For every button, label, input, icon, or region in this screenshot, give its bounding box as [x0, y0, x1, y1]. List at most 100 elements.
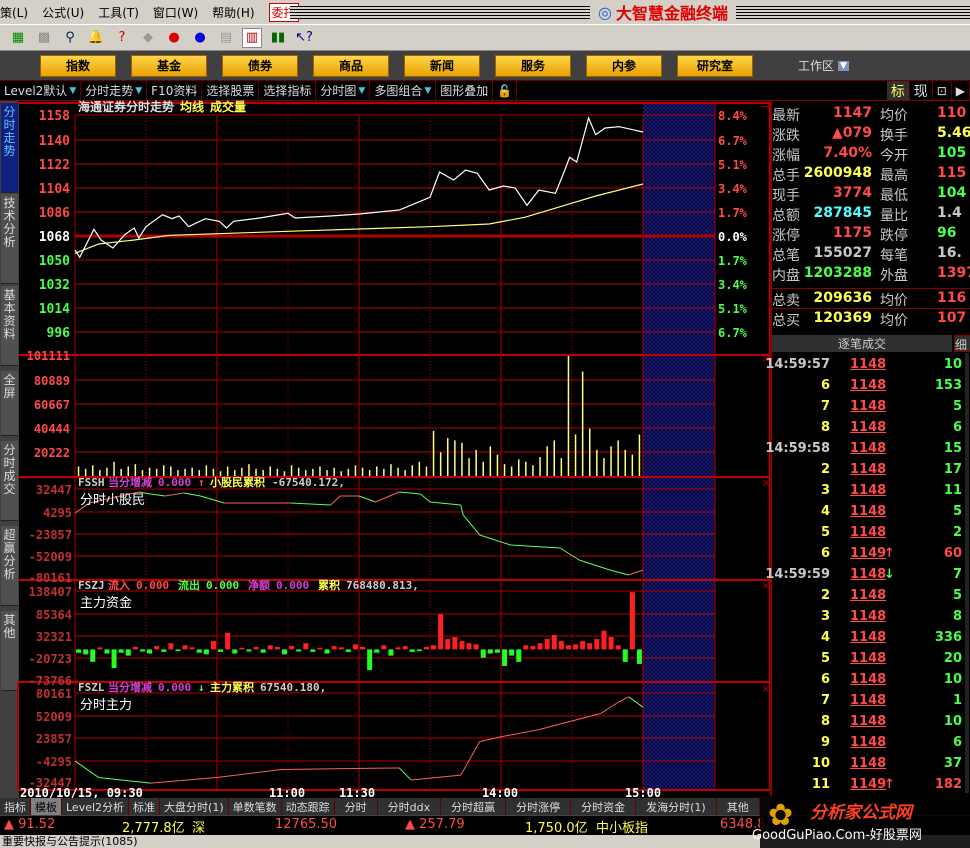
fszl-b-label: 主力累积 — [210, 680, 254, 694]
fszj-bar — [182, 645, 188, 650]
legend-volume: 成交量 — [210, 99, 246, 114]
indicator-tick-label: -52009 — [29, 550, 72, 564]
quote-value: 116 — [937, 290, 967, 306]
sme-label[interactable]: 中小板指 — [596, 817, 648, 836]
sz-change: ▲ 257.79 — [405, 817, 465, 832]
quote-value: 115 — [937, 165, 967, 181]
tick-time: 5 — [820, 525, 830, 540]
tick-row: 10 1148 37 — [772, 754, 970, 775]
indicator-tab[interactable]: 动态跟踪 — [282, 798, 335, 815]
ticks-header[interactable]: 逐笔成交 — [772, 335, 952, 352]
tick-price: 1148 — [850, 420, 887, 435]
quote-value: 120369 — [813, 310, 872, 326]
tick-volume: 2 — [952, 525, 962, 540]
tick-time: 5 — [820, 651, 830, 666]
quote-row: 总笔 155027 每笔 16. — [772, 244, 970, 264]
tick-time: 7 — [820, 693, 830, 708]
fszj-bar — [409, 649, 415, 652]
quote-value: 287845 — [813, 205, 872, 221]
quote-row: 最新 1147 均价 110 — [772, 104, 970, 124]
indicator-tab[interactable]: 大盘分时(1) — [160, 798, 229, 815]
fszj-name: 主力资金 — [80, 595, 132, 611]
fszj-bar — [132, 646, 138, 650]
indicator-tick-label: -80161 — [29, 571, 72, 585]
sz-label[interactable]: 深 — [192, 817, 205, 836]
quote-value: 104 — [937, 185, 967, 201]
ticks-scrollbar[interactable] — [965, 353, 969, 793]
fszl-line-segment — [628, 696, 644, 708]
tick-volume: 1 — [952, 693, 962, 708]
price-tick-label: 1140 — [39, 134, 70, 149]
indicator-tab[interactable]: 分时ddx — [378, 798, 442, 815]
arrow-up-icon: ↑ — [198, 476, 205, 489]
watermark: ✿ 分析家公式网 GoodGuPiao.Com-好股票网 — [752, 796, 970, 848]
indicator-tab[interactable]: 分时 — [335, 798, 378, 815]
ticks-tab-detail[interactable]: 细 — [954, 335, 970, 352]
indicator-tab[interactable]: 其他 — [717, 798, 760, 815]
tick-time: 6 — [820, 672, 830, 687]
fszj-bar — [203, 649, 209, 655]
indicator-tab[interactable]: 指标 — [0, 798, 31, 815]
fszj-bar — [246, 649, 252, 652]
fszj-bar — [125, 649, 131, 656]
quote-row: 总买 120369 均价 107 — [772, 308, 970, 329]
indicator-tab[interactable]: 单数笔数 — [229, 798, 282, 815]
fszj-bar — [296, 649, 302, 652]
tick-time: 3 — [820, 609, 830, 624]
quote-label: 外盘 — [880, 268, 908, 284]
quote-value: 1203288 — [803, 265, 872, 281]
fszj-bar — [601, 630, 607, 650]
tick-time: 6 — [820, 378, 830, 393]
tick-row: 3 1148 11 — [772, 481, 970, 502]
indicator-tab[interactable]: 发海分时(1) — [636, 798, 717, 815]
quote-label: 跌停 — [880, 228, 908, 244]
tick-price: 1148 — [850, 609, 887, 624]
indicator-tick-label: 23857 — [36, 732, 72, 746]
tick-volume: 20 — [943, 651, 962, 666]
indicator-tab[interactable]: 分时超赢 — [441, 798, 507, 815]
indicator-tick-label: 32321 — [36, 630, 72, 644]
indicator-tab[interactable]: 分时涨停 — [506, 798, 572, 815]
fszj-bar — [310, 649, 316, 652]
future-time-region — [643, 103, 715, 790]
tick-volume: 336 — [934, 630, 962, 645]
pct-tick-label: 6.7% — [718, 134, 748, 148]
fszl-b-value: 67540.180, — [260, 681, 326, 694]
indicator-tick-label: 80161 — [36, 687, 72, 701]
fszj-bar — [516, 649, 522, 662]
tick-row: 2 1148 17 — [772, 460, 970, 481]
tick-volume: 15 — [943, 441, 962, 456]
fszj-bar — [558, 641, 564, 650]
fszj-bar — [431, 645, 437, 650]
fszj-bar — [168, 643, 174, 650]
tick-time: 9 — [820, 735, 830, 750]
fszj-bar — [196, 649, 202, 653]
indicator-tab[interactable]: 模板 — [31, 798, 62, 815]
fssh-a-value: 0.000 — [158, 476, 191, 489]
tick-time: 8 — [820, 714, 830, 729]
tick-row: 6 1148 10 — [772, 670, 970, 691]
pct-tick-label: 8.4% — [718, 109, 748, 123]
indicator-tab[interactable]: 分时资金 — [571, 798, 637, 815]
indicator-tick-label: 85364 — [36, 608, 72, 622]
tick-row: 4 1148 5 — [772, 502, 970, 523]
fszj-bar — [374, 649, 380, 653]
fszj-cum-value: 768480.813, — [346, 579, 419, 592]
tick-row: 8 1148 10 — [772, 712, 970, 733]
fszj-bar — [530, 646, 536, 650]
indicator-tab[interactable]: Level2分析 — [62, 798, 130, 815]
fssh-line-segment — [358, 495, 376, 503]
quote-value: 110 — [937, 105, 967, 121]
indicator-tab[interactable]: 标准 — [129, 798, 161, 815]
fszj-bar — [97, 647, 103, 650]
tick-time: 14:59:59 — [765, 567, 830, 582]
tick-price: 1148 — [850, 735, 887, 750]
volume-tick-label: 20222 — [34, 446, 70, 460]
fszj-bar — [147, 649, 153, 654]
tick-volume: 10 — [943, 357, 962, 372]
tick-row: 5 1148 20 — [772, 649, 970, 670]
fszj-bar — [232, 649, 238, 654]
fszj-bar — [367, 649, 373, 671]
fszl-line-segment — [398, 767, 412, 781]
tick-price: 1148 — [850, 630, 887, 645]
